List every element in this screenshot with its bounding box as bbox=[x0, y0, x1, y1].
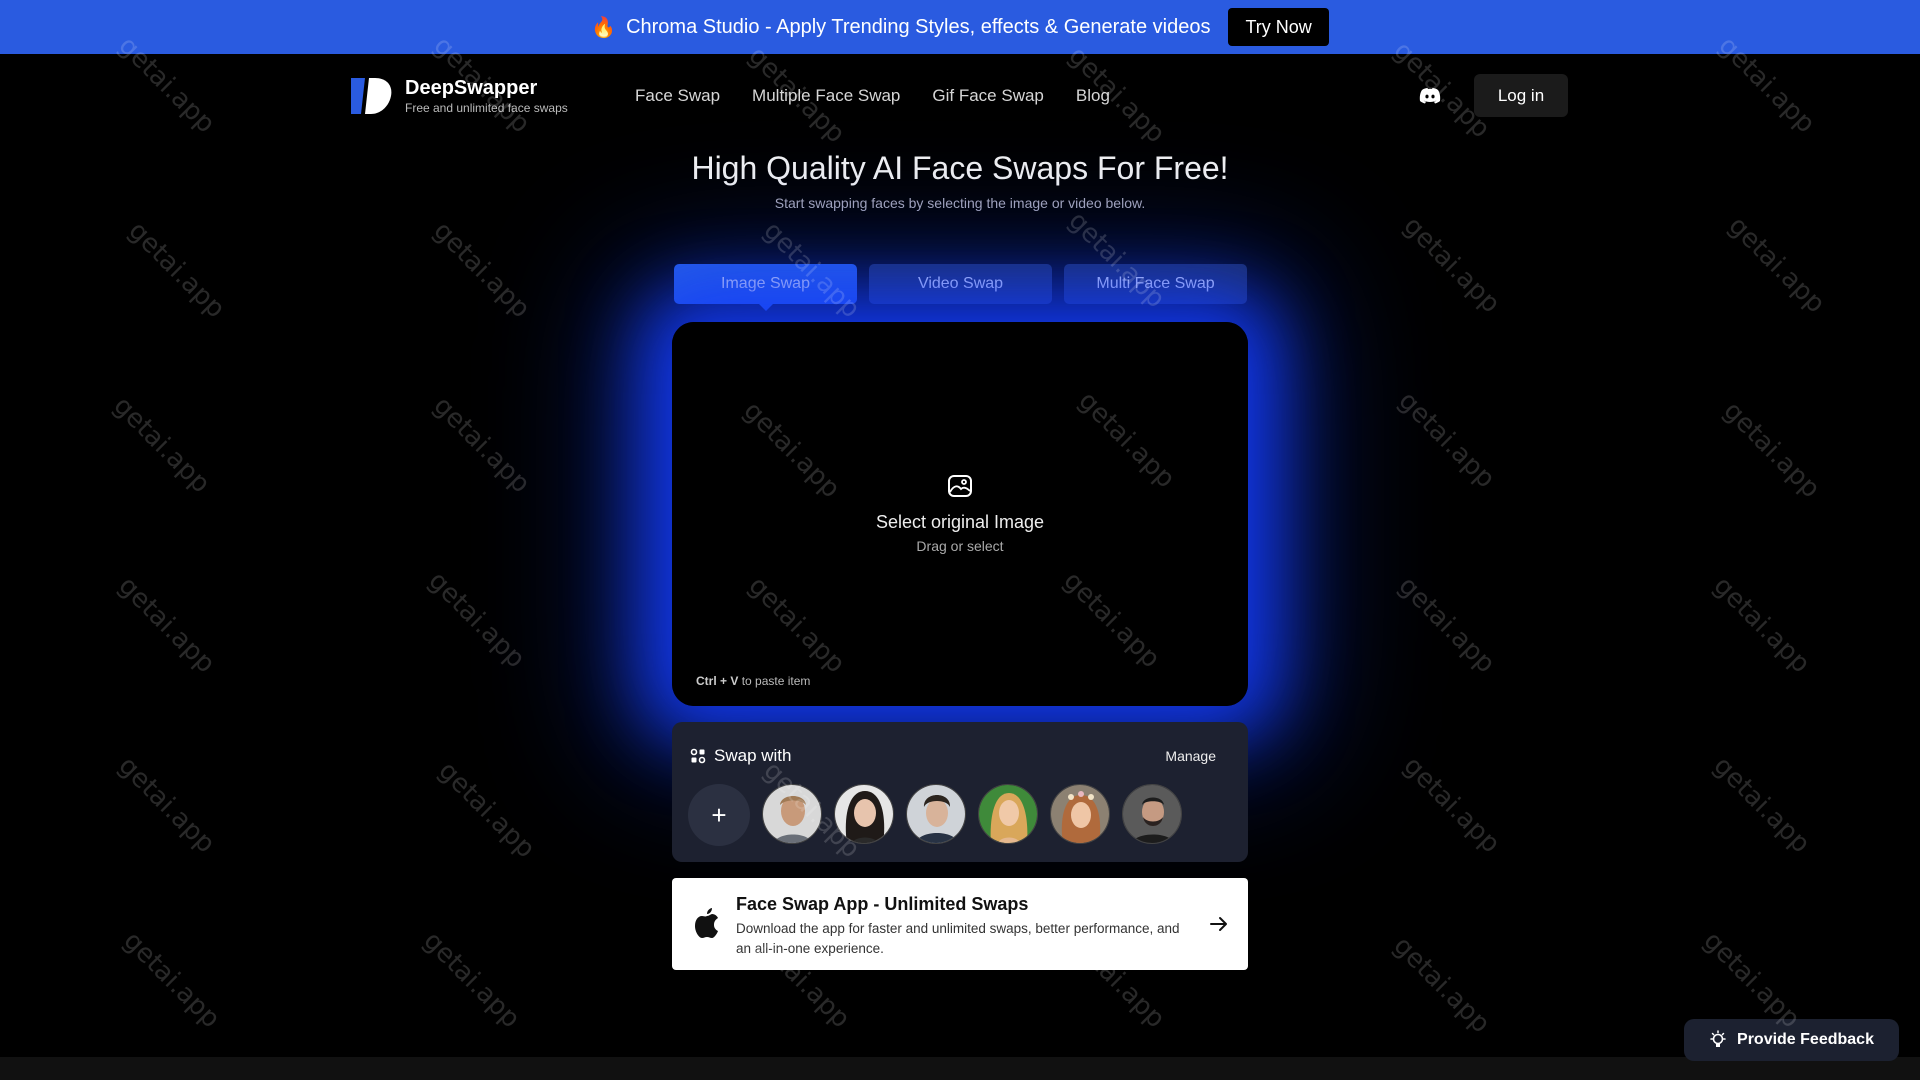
faces-icon bbox=[690, 748, 706, 764]
page-subtitle: Start swapping faces by selecting the im… bbox=[774, 195, 1146, 211]
face-3-image bbox=[907, 785, 965, 843]
apple-icon bbox=[695, 908, 718, 938]
face-2-image bbox=[835, 785, 893, 843]
lightbulb-icon bbox=[1710, 1030, 1726, 1047]
paste-shortcut: Ctrl + V bbox=[696, 674, 739, 688]
watermark-text: getai.app bbox=[1392, 570, 1501, 680]
banner-text[interactable]: Chroma Studio - Apply Trending Styles, e… bbox=[626, 16, 1210, 39]
watermark-text: getai.app bbox=[112, 750, 221, 860]
app-card-description: Download the app for faster and unlimite… bbox=[736, 921, 1180, 956]
logo[interactable]: DeepSwapper Free and unlimited face swap… bbox=[351, 76, 568, 116]
tab-multi-face-swap[interactable]: Multi Face Swap bbox=[1064, 264, 1247, 304]
nav-link-face-swap[interactable]: Face Swap bbox=[635, 86, 720, 106]
face-avatar-4[interactable] bbox=[978, 784, 1038, 844]
watermark-text: getai.app bbox=[1722, 210, 1831, 320]
promo-banner: 🔥 Chroma Studio - Apply Trending Styles,… bbox=[0, 0, 1920, 54]
manage-button[interactable]: Manage bbox=[1165, 748, 1216, 764]
face-avatar-1[interactable] bbox=[762, 784, 822, 844]
dropzone-title: Select original Image bbox=[875, 512, 1045, 532]
face-5-image bbox=[1051, 785, 1109, 843]
face-avatar-2[interactable] bbox=[834, 784, 894, 844]
discord-icon[interactable] bbox=[1418, 84, 1442, 108]
login-button[interactable]: Log in bbox=[1474, 74, 1568, 117]
app-card-title: Face Swap App - Unlimited Swaps bbox=[736, 894, 1029, 914]
watermark-text: getai.app bbox=[1707, 750, 1816, 860]
navbar: DeepSwapper Free and unlimited face swap… bbox=[0, 54, 1920, 138]
watermark-text: getai.app bbox=[107, 390, 216, 500]
face-1-image bbox=[763, 785, 821, 843]
watermark-text: getai.app bbox=[122, 215, 231, 325]
watermark-text: getai.app bbox=[1707, 570, 1816, 680]
face-6-image bbox=[1123, 785, 1181, 843]
watermark-text: getai.app bbox=[112, 570, 221, 680]
app-download-card[interactable]: Face Swap App - Unlimited Swaps Download… bbox=[672, 878, 1248, 970]
dropzone-subtitle: Drag or select bbox=[916, 538, 1004, 554]
feedback-label: Provide Feedback bbox=[1737, 1031, 1874, 1048]
paste-hint-text: to paste item bbox=[741, 674, 811, 688]
nav-links: Face Swap Multiple Face Swap Gif Face Sw… bbox=[635, 86, 1110, 106]
brand-name: DeepSwapper bbox=[405, 77, 538, 99]
watermark-text: getai.app bbox=[422, 565, 531, 675]
face-avatar-6[interactable] bbox=[1122, 784, 1182, 844]
image-icon bbox=[948, 475, 972, 497]
face-avatar-5[interactable] bbox=[1050, 784, 1110, 844]
footer-strip bbox=[0, 1057, 1920, 1080]
swap-mode-tabs: Image Swap Video Swap Multi Face Swap bbox=[674, 264, 1247, 311]
watermark-text: getai.app bbox=[1717, 395, 1826, 505]
try-now-button[interactable]: Try Now bbox=[1228, 8, 1329, 46]
watermark-text: getai.app bbox=[1397, 210, 1506, 320]
nav-link-blog[interactable]: Blog bbox=[1076, 86, 1110, 106]
tab-image-swap[interactable]: Image Swap bbox=[674, 264, 857, 311]
nav-link-multiple-face-swap[interactable]: Multiple Face Swap bbox=[752, 86, 900, 106]
watermark-text: getai.app bbox=[427, 215, 536, 325]
watermark-text: getai.app bbox=[1397, 750, 1506, 860]
face-4-image bbox=[979, 785, 1037, 843]
page-title: High Quality AI Face Swaps For Free! bbox=[691, 150, 1229, 186]
swap-with-label: Swap with bbox=[714, 746, 792, 765]
tab-video-swap[interactable]: Video Swap bbox=[869, 264, 1052, 304]
watermark-text: getai.app bbox=[1392, 385, 1501, 495]
arrow-right-icon[interactable] bbox=[1208, 913, 1230, 935]
add-face-button[interactable]: + bbox=[688, 784, 750, 846]
deepswapper-logo-icon bbox=[351, 78, 392, 114]
fire-icon: 🔥 bbox=[591, 16, 617, 39]
brand-tagline: Free and unlimited face swaps bbox=[405, 101, 568, 115]
image-dropzone[interactable]: Select original Image Drag or select Ctr… bbox=[672, 322, 1248, 706]
provide-feedback-button[interactable]: Provide Feedback bbox=[1684, 1019, 1899, 1061]
brand-block: DeepSwapper Free and unlimited face swap… bbox=[405, 77, 568, 115]
watermark-text: getai.app bbox=[1387, 930, 1496, 1040]
swap-with-header: Swap with bbox=[690, 746, 791, 766]
watermark-text: getai.app bbox=[1697, 925, 1806, 1035]
watermark-text: getai.app bbox=[427, 390, 536, 500]
swap-with-panel: Swap with Manage + bbox=[672, 722, 1248, 862]
face-avatar-3[interactable] bbox=[906, 784, 966, 844]
watermark-text: getai.app bbox=[417, 925, 526, 1035]
nav-link-gif-face-swap[interactable]: Gif Face Swap bbox=[932, 86, 1044, 106]
watermark-text: getai.app bbox=[117, 925, 226, 1035]
paste-hint: Ctrl + V to paste item bbox=[696, 674, 810, 688]
watermark-text: getai.app bbox=[432, 755, 541, 865]
